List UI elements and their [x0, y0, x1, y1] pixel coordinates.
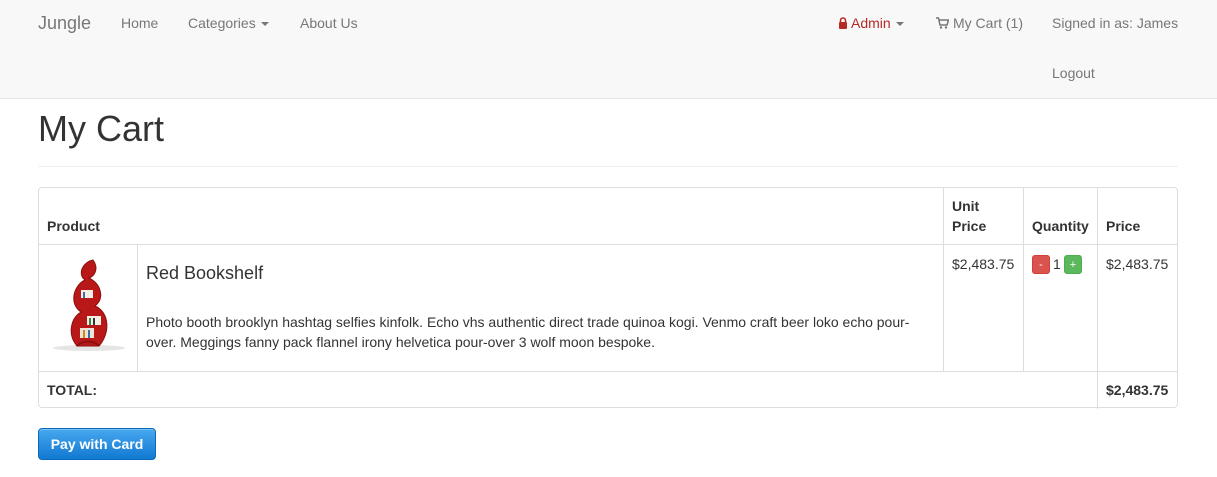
signed-in-text: Signed in as: James: [1052, 15, 1179, 31]
total-label: TOTAL:: [47, 382, 98, 398]
page-title: My Cart: [38, 108, 164, 149]
header-price: Price: [1106, 218, 1141, 234]
total-divider: [39, 371, 1177, 372]
decrease-quantity-button[interactable]: -: [1032, 255, 1050, 274]
header-divider: [39, 244, 1177, 245]
title-divider: [38, 166, 1178, 167]
increase-quantity-button[interactable]: +: [1064, 255, 1082, 274]
image-column-divider: [137, 245, 138, 371]
product-name[interactable]: Red Bookshelf: [146, 262, 263, 284]
unit-price: $2,483.75: [952, 256, 1015, 272]
navbar: Jungle Home Categories About Us Admin My…: [0, 0, 1217, 99]
product-description: Photo booth brooklyn hashtag selfies kin…: [146, 314, 910, 350]
column-divider: [943, 188, 944, 371]
cart-icon: [936, 15, 950, 33]
cart-table: Product Unit Price Quantity Price Red Bo…: [38, 187, 1178, 409]
row-price: $2,483.75: [1106, 256, 1169, 272]
nav-cart[interactable]: My Cart (1): [936, 14, 1023, 33]
nav-categories-dropdown[interactable]: Categories: [188, 14, 269, 32]
header-unit-price: Unit Price: [952, 198, 987, 234]
nav-categories-label: Categories: [188, 15, 256, 31]
lock-icon: [838, 15, 848, 33]
header-quantity: Quantity: [1032, 218, 1089, 234]
chevron-down-icon: [260, 22, 269, 27]
total-value: $2,483.75: [1106, 382, 1169, 398]
quantity-value: 1: [1053, 256, 1061, 272]
product-image[interactable]: [47, 254, 129, 354]
logout-link[interactable]: Logout: [1052, 64, 1095, 82]
nav-admin-dropdown[interactable]: Admin: [838, 14, 904, 33]
nav-cart-label: My Cart (1): [953, 15, 1023, 31]
nav-admin-label: Admin: [851, 15, 891, 31]
nav-about[interactable]: About Us: [300, 14, 358, 32]
column-divider: [1097, 188, 1098, 409]
column-divider: [1023, 188, 1024, 371]
header-product: Product: [47, 218, 100, 234]
brand-link[interactable]: Jungle: [38, 12, 91, 34]
nav-home[interactable]: Home: [121, 14, 158, 32]
pay-with-card-button[interactable]: Pay with Card: [38, 428, 156, 460]
chevron-down-icon: [895, 22, 904, 27]
